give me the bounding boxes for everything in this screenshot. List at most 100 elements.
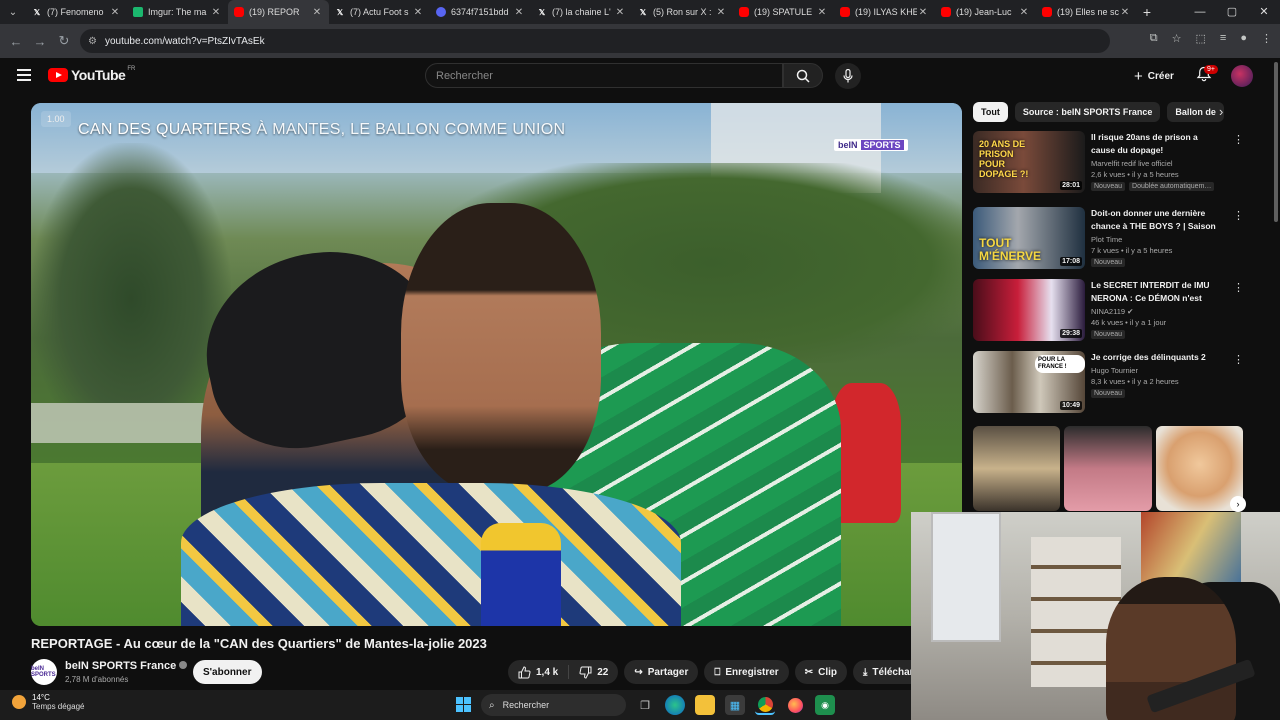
page-scrollbar[interactable]	[1272, 58, 1280, 512]
like-button[interactable]: 1,4 k	[508, 660, 568, 684]
chips-next-icon[interactable]: ›	[1219, 104, 1223, 119]
close-tab-icon[interactable]: ✕	[210, 7, 222, 18]
shorts-next-icon[interactable]: ›	[1230, 496, 1246, 512]
x-logo-icon: 𝕏	[33, 7, 41, 17]
recommendation-item[interactable]: POUR LA FRANCE ! 10:49 Je corrige des dé…	[973, 351, 1244, 415]
youtube-logo[interactable]: YouTube FR	[48, 66, 136, 83]
task-view-icon[interactable]: ❐	[635, 695, 655, 715]
search-button[interactable]	[783, 63, 823, 88]
recommendation-meta: 7 k vues • il y a 5 heures	[1091, 246, 1173, 255]
recommendation-title[interactable]: Doit-on donner une dernière chance à THE…	[1091, 207, 1221, 233]
channel-name[interactable]: beIN SPORTS France	[65, 660, 176, 672]
clip-button[interactable]: ✂ Clip	[794, 660, 847, 684]
search-input[interactable]	[426, 64, 782, 87]
maximize-icon[interactable]: ▢	[1216, 0, 1248, 24]
taskbar-search[interactable]: ⌕ Rechercher	[481, 694, 626, 716]
edge-icon[interactable]	[665, 695, 685, 715]
back-icon[interactable]: ←	[4, 34, 28, 49]
browser-menu-icon[interactable]: ⋮	[1261, 32, 1272, 45]
recommendation-thumbnail[interactable]: TOUT M'ÉNERVE 17:08	[973, 207, 1085, 269]
forward-icon[interactable]: →	[28, 34, 52, 49]
browser-tab[interactable]: Imgur: The ma ✕	[127, 0, 228, 24]
short-thumbnail[interactable]	[1155, 426, 1243, 511]
recommendation-title[interactable]: Il risque 20ans de prison a cause du dop…	[1091, 131, 1221, 157]
recommendation-title[interactable]: Je corrige des délinquants 2	[1091, 351, 1221, 364]
reload-icon[interactable]: ↻	[52, 33, 76, 49]
recommendation-channel[interactable]: Marvelfit redif live officiel	[1091, 159, 1221, 168]
more-options-icon[interactable]: ⋮	[1233, 353, 1244, 366]
chip-all[interactable]: Tout	[973, 102, 1008, 122]
recommendation-thumbnail[interactable]: 20 ANS DE PRISON POUR DOPAGE ?! 28:01	[973, 131, 1085, 193]
profile-icon[interactable]: ●	[1240, 32, 1247, 45]
browser-tab[interactable]: (19) Jean-Luc ✕	[935, 0, 1036, 24]
browser-tab[interactable]: (19) SPATULE ✕	[733, 0, 834, 24]
browser-tab[interactable]: 6374f7151bdd ✕	[430, 0, 531, 24]
close-tab-icon[interactable]: ✕	[1018, 7, 1030, 18]
create-button[interactable]: + Créer	[1124, 64, 1184, 88]
site-info-icon[interactable]: ⚙	[88, 36, 97, 47]
chip-ballon[interactable]: Ballon de	[1167, 102, 1224, 122]
recommendation-thumbnail[interactable]: POUR LA FRANCE ! 10:49	[973, 351, 1085, 413]
cast-icon[interactable]: ⧉	[1150, 32, 1158, 45]
browser-tab[interactable]: (19) Elles ne sc ✕	[1036, 0, 1137, 24]
browser-tab[interactable]: 𝕏 (7) Actu Foot s ✕	[329, 0, 430, 24]
more-options-icon[interactable]: ⋮	[1233, 281, 1244, 294]
close-tab-icon[interactable]: ✕	[917, 7, 929, 18]
bookmark-star-icon[interactable]: ☆	[1172, 32, 1182, 45]
save-button[interactable]: ⎕ Enregistrer	[704, 660, 789, 684]
extensions-icon[interactable]: ⬚	[1196, 32, 1206, 45]
voice-search-button[interactable]	[835, 63, 861, 89]
share-button[interactable]: ↪ Partager	[624, 660, 699, 684]
recommendation-channel-name[interactable]: NINA2119	[1091, 307, 1125, 316]
recommendation-title[interactable]: Le SECRET INTERDIT de IMU NERONA : Ce DÉ…	[1091, 279, 1221, 305]
close-window-icon[interactable]: ✕	[1248, 0, 1280, 24]
browser-tab[interactable]: (19) REPOR ✕	[228, 0, 329, 24]
recommendation-channel[interactable]: Plot Time	[1091, 235, 1221, 244]
subscribe-button[interactable]: S'abonner	[193, 660, 262, 684]
close-tab-icon[interactable]: ✕	[816, 7, 828, 18]
more-options-icon[interactable]: ⋮	[1233, 133, 1244, 146]
chrome-icon[interactable]	[755, 695, 775, 715]
browser-tab[interactable]: 𝕏 (5) Ron sur X : ✕	[632, 0, 733, 24]
short-thumbnail[interactable]	[973, 426, 1061, 511]
dislike-button[interactable]: 22	[569, 660, 618, 684]
scrollbar-thumb[interactable]	[1274, 62, 1278, 222]
close-tab-icon[interactable]: ✕	[412, 7, 424, 18]
media-control-icon[interactable]: ≡	[1220, 32, 1226, 45]
close-tab-icon[interactable]: ✕	[311, 7, 323, 18]
weather-widget[interactable]: 14°C Temps dégagé	[12, 693, 84, 711]
menu-icon[interactable]	[17, 69, 31, 84]
close-tab-icon[interactable]: ✕	[513, 7, 525, 18]
channel-avatar[interactable]: beIN SPORTS	[31, 659, 57, 685]
recommendation-item[interactable]: 20 ANS DE PRISON POUR DOPAGE ?! 28:01 Il…	[973, 131, 1244, 195]
browser-tab[interactable]: 𝕏 (7) Fenomeno ✕	[26, 0, 127, 24]
firefox-icon[interactable]	[785, 695, 805, 715]
recommendation-item[interactable]: 29:38 Le SECRET INTERDIT de IMU NERONA :…	[973, 279, 1244, 343]
browser-tab[interactable]: 𝕏 (7) la chaine L' ✕	[531, 0, 632, 24]
close-tab-icon[interactable]: ✕	[109, 7, 121, 18]
short-thumbnail[interactable]	[1064, 426, 1152, 511]
chip-source[interactable]: Source : beIN SPORTS France	[1014, 102, 1161, 122]
recommendation-channel[interactable]: Hugo Tournier	[1091, 366, 1221, 375]
close-tab-icon[interactable]: ✕	[715, 7, 727, 18]
store-icon[interactable]: ▦	[725, 695, 745, 715]
file-explorer-icon[interactable]	[695, 695, 715, 715]
x-logo-icon: 𝕏	[538, 7, 546, 17]
more-options-icon[interactable]: ⋮	[1233, 209, 1244, 222]
url-text[interactable]: youtube.com/watch?v=PtsZIvTAsEk	[105, 36, 265, 47]
close-tab-icon[interactable]: ✕	[1119, 7, 1131, 18]
start-menu-icon[interactable]	[456, 697, 471, 712]
tab-search-icon[interactable]: ⌄	[0, 0, 26, 24]
minimize-icon[interactable]: —	[1184, 0, 1216, 24]
new-tab-icon[interactable]: +	[1137, 4, 1157, 20]
omnibox[interactable]: ⚙ youtube.com/watch?v=PtsZIvTAsEk	[80, 29, 1110, 53]
xbox-icon[interactable]: ◉	[815, 695, 835, 715]
browser-tab[interactable]: (19) ILYAS KHE ✕	[834, 0, 935, 24]
recommendation-item[interactable]: TOUT M'ÉNERVE 17:08 Doit-on donner une d…	[973, 207, 1244, 271]
thumbs-down-icon	[579, 666, 592, 679]
country-code: FR	[127, 66, 136, 72]
video-player[interactable]: 1.00 CAN DES QUARTIERS À MANTES, LE BALL…	[31, 103, 962, 626]
recommendation-thumbnail[interactable]: 29:38	[973, 279, 1085, 341]
user-avatar[interactable]	[1231, 65, 1253, 87]
close-tab-icon[interactable]: ✕	[614, 7, 626, 18]
